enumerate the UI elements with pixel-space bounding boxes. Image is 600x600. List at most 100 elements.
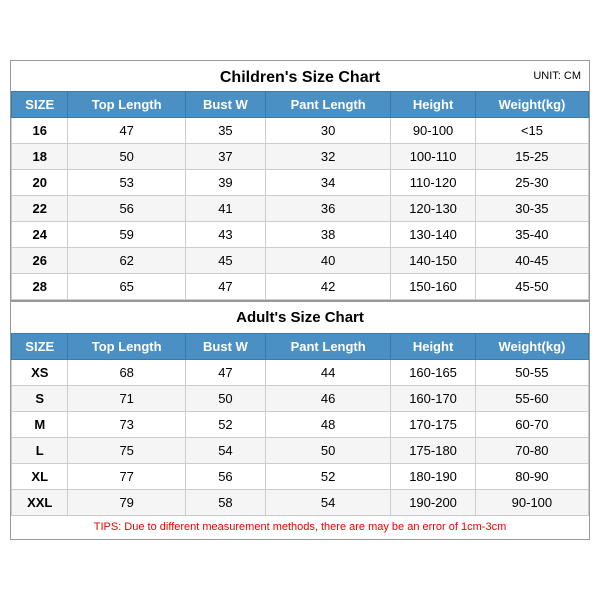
data-cell: 50 <box>68 144 185 170</box>
children-title-text: Children's Size Chart <box>220 69 380 86</box>
adults-col-pant-length: Pant Length <box>266 334 391 360</box>
data-cell: 53 <box>68 170 185 196</box>
data-cell: 59 <box>68 222 185 248</box>
adults-col-height: Height <box>391 334 476 360</box>
size-cell: XXL <box>12 490 68 516</box>
size-cell: M <box>12 412 68 438</box>
data-cell: 32 <box>266 144 391 170</box>
data-cell: 55-60 <box>475 386 588 412</box>
size-cell: XS <box>12 360 68 386</box>
children-col-bust-w: Bust W <box>185 92 265 118</box>
data-cell: 56 <box>68 196 185 222</box>
data-cell: 48 <box>266 412 391 438</box>
data-cell: 25-30 <box>475 170 588 196</box>
data-cell: 77 <box>68 464 185 490</box>
children-size-table: SIZE Top Length Bust W Pant Length Heigh… <box>11 91 589 300</box>
data-cell: 35-40 <box>475 222 588 248</box>
size-cell: 16 <box>12 118 68 144</box>
children-col-pant-length: Pant Length <box>266 92 391 118</box>
size-cell: 26 <box>12 248 68 274</box>
data-cell: 30 <box>266 118 391 144</box>
data-cell: 38 <box>266 222 391 248</box>
data-cell: 41 <box>185 196 265 222</box>
data-cell: 62 <box>68 248 185 274</box>
data-cell: 44 <box>266 360 391 386</box>
data-cell: 56 <box>185 464 265 490</box>
data-cell: 70-80 <box>475 438 588 464</box>
table-row: 28654742150-16045-50 <box>12 274 589 300</box>
data-cell: <15 <box>475 118 588 144</box>
data-cell: 140-150 <box>391 248 476 274</box>
data-cell: 130-140 <box>391 222 476 248</box>
size-chart-container: Children's Size Chart UNIT: CM SIZE Top … <box>10 60 590 540</box>
data-cell: 190-200 <box>391 490 476 516</box>
data-cell: 37 <box>185 144 265 170</box>
adults-chart-title: Adult's Size Chart <box>11 300 589 333</box>
data-cell: 39 <box>185 170 265 196</box>
data-cell: 73 <box>68 412 185 438</box>
table-row: 1647353090-100<15 <box>12 118 589 144</box>
data-cell: 75 <box>68 438 185 464</box>
size-cell: 24 <box>12 222 68 248</box>
data-cell: 100-110 <box>391 144 476 170</box>
data-cell: 40-45 <box>475 248 588 274</box>
data-cell: 58 <box>185 490 265 516</box>
data-cell: 47 <box>185 360 265 386</box>
data-cell: 68 <box>68 360 185 386</box>
children-col-weight: Weight(kg) <box>475 92 588 118</box>
size-cell: 20 <box>12 170 68 196</box>
data-cell: 34 <box>266 170 391 196</box>
table-row: XS684744160-16550-55 <box>12 360 589 386</box>
data-cell: 52 <box>266 464 391 490</box>
data-cell: 54 <box>185 438 265 464</box>
data-cell: 65 <box>68 274 185 300</box>
size-cell: 22 <box>12 196 68 222</box>
data-cell: 36 <box>266 196 391 222</box>
data-cell: 79 <box>68 490 185 516</box>
children-chart-title: Children's Size Chart UNIT: CM <box>11 61 589 91</box>
data-cell: 60-70 <box>475 412 588 438</box>
data-cell: 160-170 <box>391 386 476 412</box>
table-row: 24594338130-14035-40 <box>12 222 589 248</box>
data-cell: 15-25 <box>475 144 588 170</box>
data-cell: 40 <box>266 248 391 274</box>
size-cell: S <box>12 386 68 412</box>
data-cell: 90-100 <box>475 490 588 516</box>
table-row: 26624540140-15040-45 <box>12 248 589 274</box>
table-row: M735248170-17560-70 <box>12 412 589 438</box>
data-cell: 45 <box>185 248 265 274</box>
adults-col-bust-w: Bust W <box>185 334 265 360</box>
data-cell: 160-165 <box>391 360 476 386</box>
table-row: XL775652180-19080-90 <box>12 464 589 490</box>
data-cell: 50-55 <box>475 360 588 386</box>
data-cell: 175-180 <box>391 438 476 464</box>
children-col-size: SIZE <box>12 92 68 118</box>
data-cell: 120-130 <box>391 196 476 222</box>
data-cell: 170-175 <box>391 412 476 438</box>
adults-col-top-length: Top Length <box>68 334 185 360</box>
children-unit-label: UNIT: CM <box>533 70 581 82</box>
data-cell: 80-90 <box>475 464 588 490</box>
data-cell: 52 <box>185 412 265 438</box>
data-cell: 42 <box>266 274 391 300</box>
data-cell: 46 <box>266 386 391 412</box>
data-cell: 150-160 <box>391 274 476 300</box>
data-cell: 71 <box>68 386 185 412</box>
size-cell: 28 <box>12 274 68 300</box>
data-cell: 180-190 <box>391 464 476 490</box>
adults-title-text: Adult's Size Chart <box>236 309 364 326</box>
tips-text: TIPS: Due to different measurement metho… <box>11 516 589 539</box>
table-row: S715046160-17055-60 <box>12 386 589 412</box>
data-cell: 35 <box>185 118 265 144</box>
data-cell: 50 <box>185 386 265 412</box>
data-cell: 50 <box>266 438 391 464</box>
size-cell: 18 <box>12 144 68 170</box>
data-cell: 45-50 <box>475 274 588 300</box>
table-row: 18503732100-11015-25 <box>12 144 589 170</box>
data-cell: 54 <box>266 490 391 516</box>
adults-col-weight: Weight(kg) <box>475 334 588 360</box>
data-cell: 30-35 <box>475 196 588 222</box>
data-cell: 47 <box>185 274 265 300</box>
table-row: XXL795854190-20090-100 <box>12 490 589 516</box>
data-cell: 90-100 <box>391 118 476 144</box>
